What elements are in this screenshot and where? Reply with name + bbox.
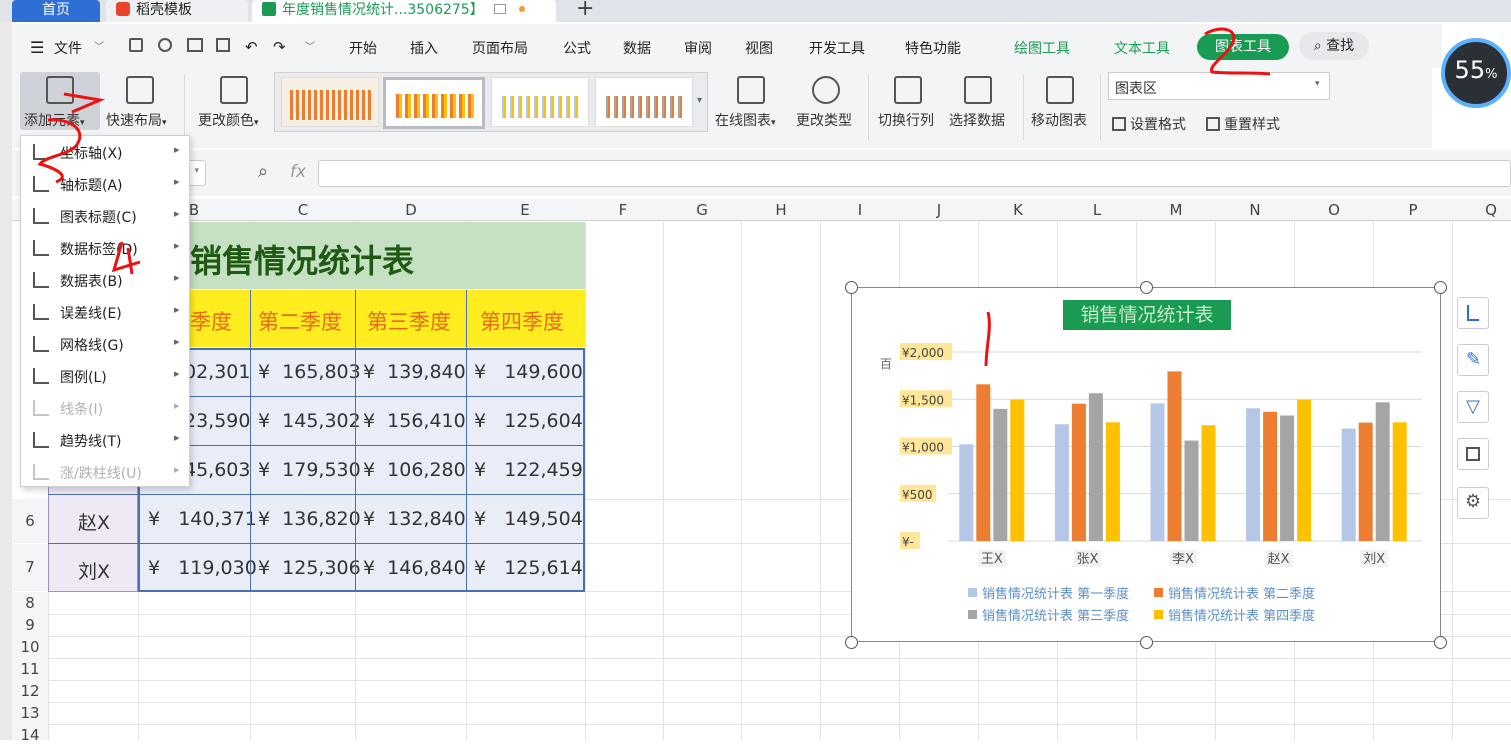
annotation-overlay [37,27,1271,367]
annotation-mark-4 [111,241,141,275]
annotation-mark-3 [37,92,106,184]
annotation-mark-1 [984,311,991,367]
annotation-mark-2 [1204,27,1271,76]
